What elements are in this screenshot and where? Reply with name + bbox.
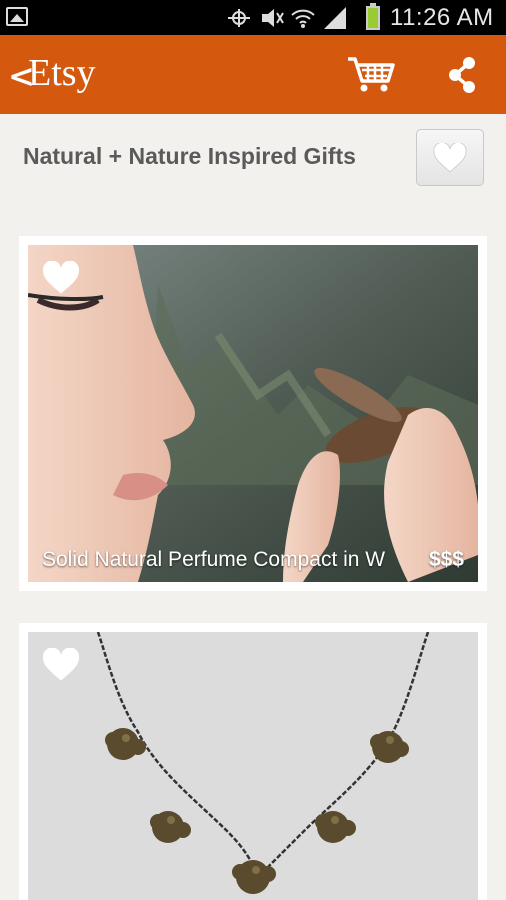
cart-icon[interactable] bbox=[346, 55, 396, 95]
brand-logo[interactable]: Etsy bbox=[28, 51, 96, 95]
gallery-notification-icon bbox=[6, 7, 28, 26]
battery-icon bbox=[366, 3, 380, 30]
page-title: Natural + Nature Inspired Gifts bbox=[23, 143, 356, 169]
heart-icon[interactable] bbox=[42, 261, 80, 295]
necklace-photo bbox=[28, 632, 478, 900]
listing-photo[interactable]: Solid Natural Perfume Compact in W $$$ bbox=[28, 245, 478, 582]
listing-title: Solid Natural Perfume Compact in W bbox=[42, 548, 386, 571]
heart-icon[interactable] bbox=[42, 648, 80, 682]
listing-price: $$$ bbox=[428, 548, 464, 571]
signal-icon bbox=[324, 7, 346, 29]
mute-icon bbox=[262, 9, 284, 27]
wifi-icon bbox=[291, 9, 315, 28]
app-bar: < Etsy bbox=[0, 35, 506, 114]
status-time: 11:26 AM bbox=[390, 4, 494, 31]
listing-card[interactable]: Solid Natural Perfume Compact in W $$$ bbox=[19, 236, 487, 591]
listing-photo[interactable] bbox=[28, 632, 478, 900]
heart-icon bbox=[433, 142, 467, 173]
listing-card[interactable] bbox=[19, 623, 487, 900]
perfume-compact-photo bbox=[28, 245, 478, 582]
favorite-collection-button[interactable] bbox=[416, 129, 484, 186]
share-icon[interactable] bbox=[447, 55, 477, 95]
status-bar: 11:26 AM bbox=[0, 0, 506, 35]
nfc-icon bbox=[228, 9, 250, 27]
